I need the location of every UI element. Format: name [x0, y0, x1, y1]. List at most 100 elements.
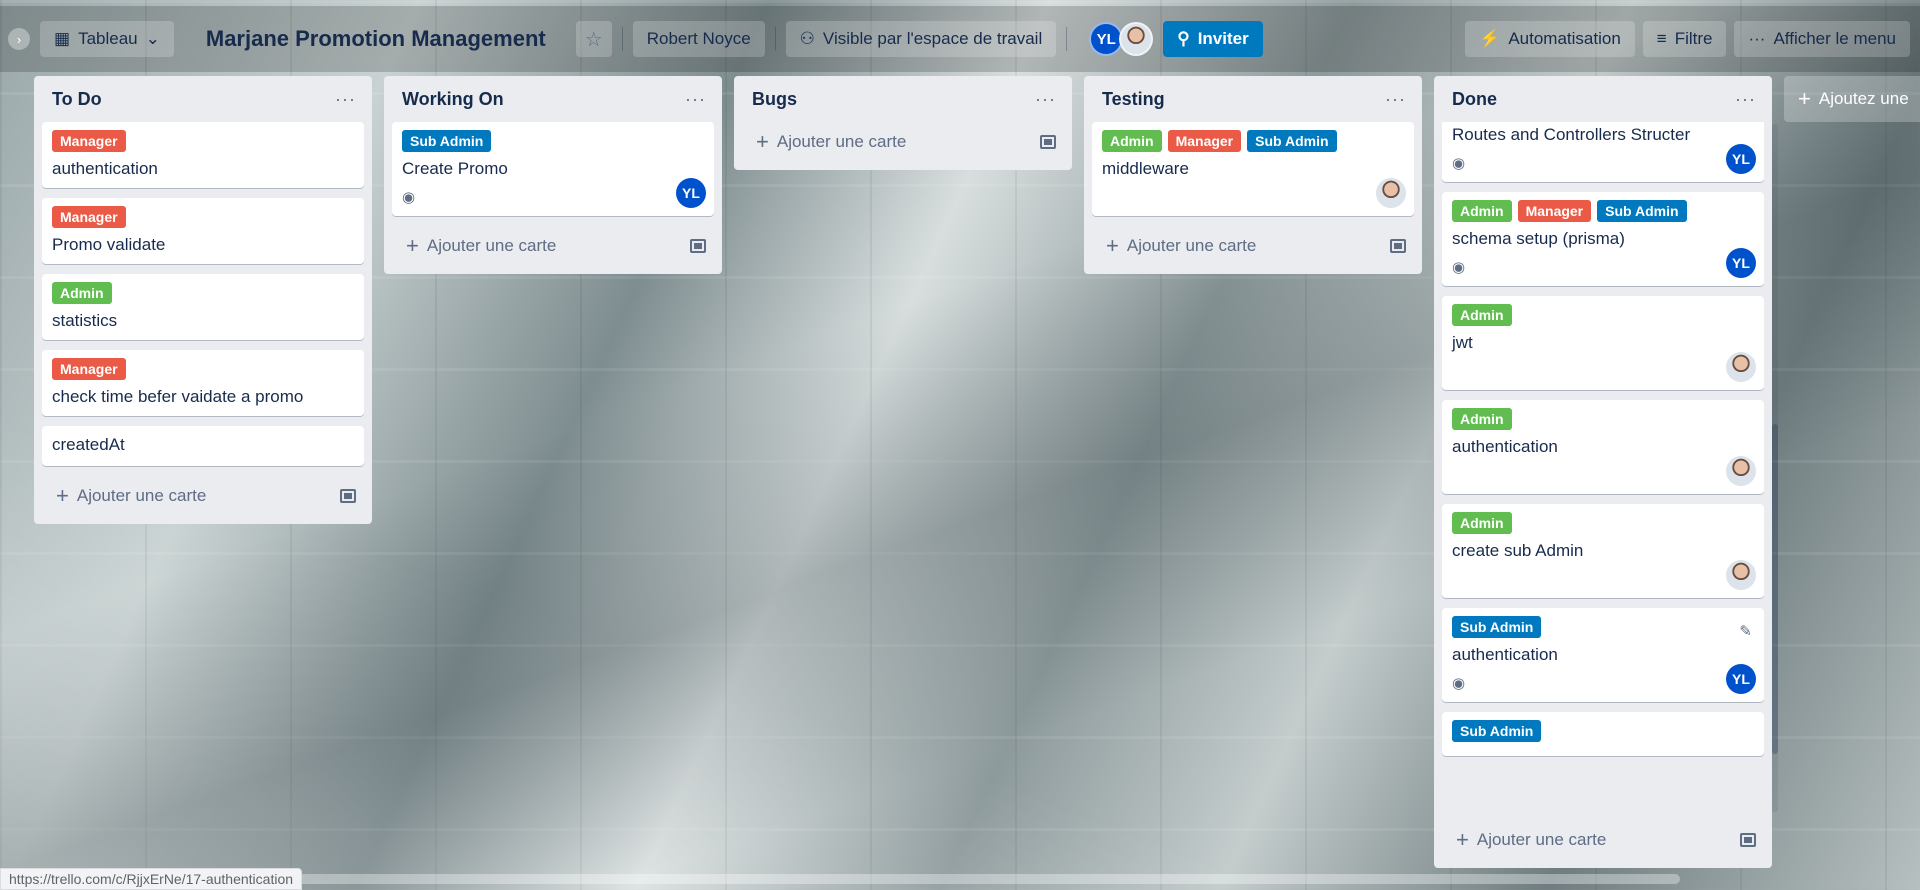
card[interactable]: Admin Manager Sub Admin schema setup (prism… — [1442, 192, 1764, 286]
board-view-icon: ▦ — [54, 29, 71, 48]
card-badges — [1452, 360, 1754, 382]
visibility-button[interactable]: ⚇ Visible par l'espace de travail — [785, 21, 1057, 57]
label-manager[interactable]: Manager — [52, 130, 126, 152]
label-sub-admin[interactable]: Sub Admin — [1597, 200, 1687, 222]
avatar[interactable]: YL — [1726, 248, 1756, 278]
card-title: schema setup (prisma) — [1452, 229, 1625, 248]
card[interactable]: Sub Admin Create Promo ◉ YL — [392, 122, 714, 216]
list-title[interactable]: Done — [1452, 89, 1497, 110]
show-menu-button[interactable]: ··· Afficher le menu — [1734, 21, 1910, 57]
label-sub-admin[interactable]: Sub Admin — [1247, 130, 1337, 152]
card[interactable]: Sub Admin — [1442, 712, 1764, 756]
card[interactable]: Admin statistics — [42, 274, 364, 340]
more-icon: ··· — [1748, 29, 1766, 48]
list-title[interactable]: Working On — [402, 89, 504, 110]
card[interactable]: Manager check time befer vaidate a promo — [42, 350, 364, 416]
add-card-button[interactable]: + Ajouter une carte — [392, 226, 714, 266]
label-admin[interactable]: Admin — [52, 282, 112, 304]
avatar[interactable]: YL — [1726, 144, 1756, 174]
list-title[interactable]: Testing — [1102, 89, 1165, 110]
list-title[interactable]: To Do — [52, 89, 102, 110]
vertical-scrollbar[interactable] — [1772, 124, 1778, 812]
invite-button[interactable]: ⚲ Inviter — [1163, 21, 1263, 57]
card-title: create sub Admin — [1452, 541, 1584, 560]
avatar[interactable] — [1726, 456, 1756, 486]
more-icon[interactable]: ··· — [335, 89, 356, 110]
workspace-button[interactable]: Robert Noyce — [632, 21, 765, 57]
card-labels: Admin — [1452, 512, 1754, 534]
avatar[interactable] — [1119, 22, 1154, 56]
more-icon[interactable]: ··· — [685, 89, 706, 110]
card[interactable]: Manager Promo validate — [42, 198, 364, 264]
plus-icon: + — [1456, 827, 1469, 852]
add-card-label: Ajouter une carte — [1476, 830, 1607, 849]
list-cards-scroll[interactable]: Routes and Controllers Structer ◉ YL Admin M… — [1442, 122, 1764, 820]
avatar[interactable]: YL — [1726, 664, 1756, 694]
card-title: createdAt — [52, 435, 125, 454]
card-labels: Admin — [1452, 304, 1754, 326]
card-badges: ◉ — [1452, 672, 1754, 694]
list-to-do: To Do ··· Manager authentication Manager Prom… — [34, 76, 372, 524]
card-title: statistics — [52, 311, 118, 330]
add-card-button[interactable]: + Ajouter une carte — [42, 476, 364, 516]
label-manager[interactable]: Manager — [1167, 130, 1242, 152]
label-admin[interactable]: Admin — [1452, 200, 1512, 222]
view-label: Tableau — [78, 29, 138, 48]
card[interactable]: Manager authentication — [42, 122, 364, 188]
avatar[interactable] — [1726, 560, 1756, 590]
add-card-button[interactable]: + Ajouter une carte — [1092, 226, 1414, 266]
label-sub-admin[interactable]: Sub Admin — [402, 130, 492, 152]
card[interactable]: Sub Admin authentication ◉ YL ✎ — [1442, 608, 1764, 702]
label-sub-admin[interactable]: Sub Admin — [1452, 616, 1542, 638]
visibility-label: Visible par l'espace de travail — [822, 29, 1043, 48]
card-template-icon[interactable] — [1390, 239, 1406, 253]
add-card-label: Ajouter une carte — [1126, 236, 1257, 255]
card[interactable]: Admin jwt — [1442, 296, 1764, 390]
board-title[interactable]: Marjane Promotion Management — [206, 26, 546, 52]
more-icon[interactable]: ··· — [1735, 89, 1756, 110]
card-labels: Admin Manager Sub Admin — [1452, 200, 1754, 222]
filter-button[interactable]: ≡ Filtre — [1642, 21, 1727, 57]
card[interactable]: Admin create sub Admin — [1442, 504, 1764, 598]
pencil-icon[interactable]: ✎ — [1739, 622, 1752, 640]
avatar[interactable] — [1726, 352, 1756, 382]
card[interactable]: Admin Manager Sub Admin middleware — [1092, 122, 1414, 216]
horizontal-scrollbar[interactable] — [270, 874, 1680, 884]
label-sub-admin[interactable]: Sub Admin — [1452, 720, 1542, 742]
add-card-button[interactable]: + Ajouter une carte — [1442, 820, 1764, 860]
label-manager[interactable]: Manager — [52, 206, 126, 228]
add-card-button[interactable]: + Ajouter une carte — [742, 122, 1064, 162]
label-admin[interactable]: Admin — [1452, 512, 1512, 534]
label-admin[interactable]: Admin — [1452, 408, 1512, 430]
view-switcher-button[interactable]: ▦ Tableau ⌄ — [40, 21, 174, 57]
star-icon[interactable]: ☆ — [575, 21, 612, 57]
add-card-label: Ajouter une carte — [426, 236, 557, 255]
card-template-icon[interactable] — [340, 489, 356, 503]
add-list-button[interactable]: + Ajoutez une — [1784, 76, 1920, 122]
list-bugs: Bugs ··· + Ajouter une carte — [734, 76, 1072, 170]
list-title[interactable]: Bugs — [752, 89, 797, 110]
label-manager[interactable]: Manager — [52, 358, 126, 380]
label-admin[interactable]: Admin — [1452, 304, 1512, 326]
card-template-icon[interactable] — [1040, 135, 1056, 149]
automation-button[interactable]: ⚡ Automatisation — [1465, 21, 1635, 57]
divider — [621, 27, 623, 51]
more-icon[interactable]: ··· — [1385, 89, 1406, 110]
more-icon[interactable]: ··· — [1035, 89, 1056, 110]
avatar[interactable]: YL — [676, 178, 706, 208]
sidebar-expand-icon[interactable]: › — [8, 28, 30, 50]
card[interactable]: createdAt — [42, 426, 364, 466]
card[interactable]: Routes and Controllers Structer ◉ YL — [1442, 122, 1764, 182]
eye-icon: ◉ — [1452, 259, 1466, 276]
card-template-icon[interactable] — [690, 239, 706, 253]
card-title: Create Promo — [402, 159, 508, 178]
label-admin[interactable]: Admin — [1102, 130, 1162, 152]
label-manager[interactable]: Manager — [1517, 200, 1592, 222]
card-template-icon[interactable] — [1740, 833, 1756, 847]
menu-label: Afficher le menu — [1773, 29, 1896, 48]
avatar[interactable] — [1376, 178, 1406, 208]
avatar[interactable]: YL — [1089, 22, 1124, 56]
card-labels: Sub Admin — [1452, 720, 1754, 742]
scrollbar-thumb[interactable] — [1772, 424, 1778, 754]
card[interactable]: Admin authentication — [1442, 400, 1764, 494]
